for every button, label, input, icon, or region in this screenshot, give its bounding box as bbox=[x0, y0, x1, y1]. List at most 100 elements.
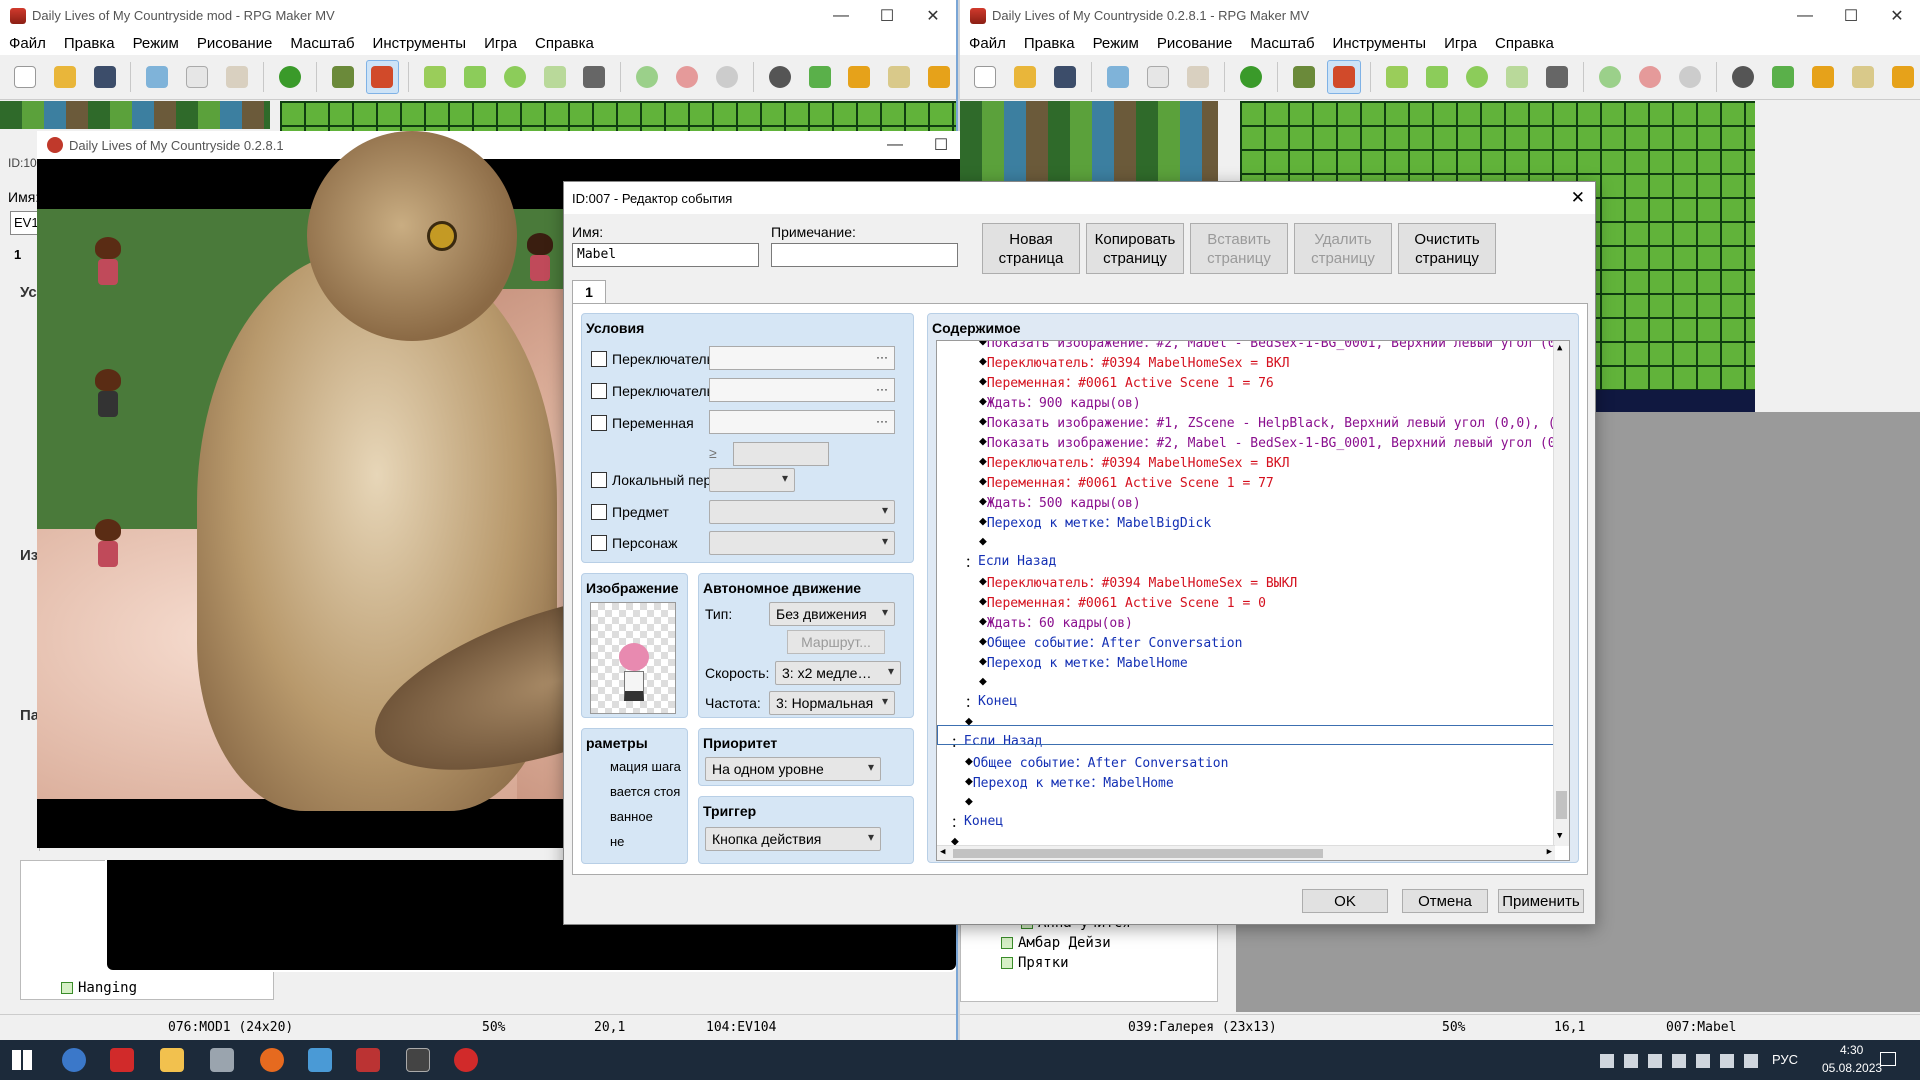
scrollbar-thumb[interactable] bbox=[1556, 791, 1567, 819]
menu-item[interactable]: Правка bbox=[1015, 35, 1084, 52]
variable-picker[interactable]: ··· bbox=[709, 410, 895, 434]
command-row[interactable]: ◆ Переход к метке：MabelBigDick bbox=[979, 511, 1211, 531]
vertical-scrollbar[interactable]: ▲ ▼ bbox=[1553, 341, 1569, 846]
zoom-out-icon[interactable] bbox=[1633, 60, 1667, 94]
fill-icon[interactable] bbox=[538, 60, 572, 94]
app-icon[interactable] bbox=[110, 1048, 134, 1072]
clock-date[interactable]: 05.08.2023 bbox=[1822, 1061, 1882, 1075]
route-button[interactable]: Маршрут... bbox=[787, 630, 885, 654]
ellipse-icon[interactable] bbox=[498, 60, 532, 94]
save-project-icon[interactable] bbox=[88, 60, 122, 94]
command-row[interactable]: ◆ Переменная：#0061 Active Scene 1 = 0 bbox=[979, 591, 1266, 611]
option-through[interactable]: не bbox=[610, 834, 624, 849]
menu-item[interactable]: Режим bbox=[1084, 35, 1148, 52]
pencil-icon[interactable] bbox=[418, 60, 452, 94]
item-select[interactable] bbox=[709, 500, 895, 524]
open-project-icon[interactable] bbox=[1008, 60, 1042, 94]
cancel-button[interactable]: Отмена bbox=[1402, 889, 1488, 913]
menu-item[interactable]: Рисование bbox=[188, 35, 282, 52]
scroll-down-icon[interactable]: ▼ bbox=[1557, 831, 1562, 841]
horizontal-scrollbar[interactable]: ◀ ▶ bbox=[937, 845, 1555, 860]
menu-item[interactable]: Рисование bbox=[1148, 35, 1242, 52]
character-image-preview[interactable] bbox=[590, 602, 676, 714]
app-icon[interactable] bbox=[210, 1048, 234, 1072]
resource-manager-icon[interactable] bbox=[1886, 60, 1920, 94]
undo-icon[interactable] bbox=[1234, 60, 1268, 94]
menu-item[interactable]: Масштаб bbox=[1241, 35, 1323, 52]
delete-page-button[interactable]: Удалить страницу bbox=[1294, 223, 1392, 274]
event-search-icon[interactable] bbox=[1846, 60, 1880, 94]
command-row[interactable]: ◆ bbox=[979, 671, 987, 691]
copy-page-button[interactable]: Копировать страницу bbox=[1086, 223, 1184, 274]
command-row[interactable]: ◆ Ждать：500 кадры(ов) bbox=[979, 491, 1141, 511]
tray-icons[interactable] bbox=[1600, 1054, 1760, 1068]
plugin-manager-icon[interactable] bbox=[803, 60, 837, 94]
trigger-select[interactable]: Кнопка действия bbox=[705, 827, 881, 851]
undo-icon[interactable] bbox=[273, 60, 307, 94]
zoom-actual-icon[interactable] bbox=[1673, 60, 1707, 94]
command-row[interactable]: ◆ Ждать：60 кадры(ов) bbox=[979, 611, 1133, 631]
command-row[interactable]: ： Если Назад bbox=[951, 731, 1042, 751]
command-row[interactable]: ◆ Переход к метке：MabelHome bbox=[965, 771, 1174, 791]
command-row[interactable]: ◆ bbox=[965, 791, 973, 811]
command-row[interactable]: ◆ bbox=[965, 711, 973, 731]
scroll-right-icon[interactable]: ▶ bbox=[1547, 847, 1552, 857]
menu-item[interactable]: Режим bbox=[124, 35, 188, 52]
left-name-value[interactable]: EV10 bbox=[10, 211, 46, 235]
command-row[interactable]: ◆ Переключатель：#0394 MabelHomeSex = ВКЛ bbox=[979, 451, 1289, 471]
command-row[interactable]: ： Конец bbox=[951, 811, 1003, 831]
save-project-icon[interactable] bbox=[1048, 60, 1082, 94]
open-project-icon[interactable] bbox=[48, 60, 82, 94]
zoom-actual-icon[interactable] bbox=[710, 60, 744, 94]
minimize-icon[interactable]: — bbox=[872, 131, 918, 161]
pencil-icon[interactable] bbox=[1380, 60, 1414, 94]
menu-item[interactable]: Файл bbox=[960, 35, 1015, 52]
command-row[interactable]: ◆ Показать изображение：#1, ZScene - HelpB… bbox=[979, 411, 1569, 431]
tab-page-1[interactable]: 1 bbox=[572, 280, 606, 304]
menu-item[interactable]: Игра bbox=[475, 35, 526, 52]
variable-checkbox[interactable] bbox=[591, 415, 607, 431]
right-tileset-panel[interactable] bbox=[960, 101, 1218, 181]
variable-value-stepper[interactable] bbox=[733, 442, 829, 466]
maximize-icon[interactable]: ☐ bbox=[1828, 0, 1874, 31]
command-row[interactable]: ◆ Переменная：#0061 Active Scene 1 = 76 bbox=[979, 371, 1274, 391]
menu-item[interactable]: Правка bbox=[55, 35, 124, 52]
switch2-picker[interactable]: ··· bbox=[709, 378, 895, 402]
ok-button[interactable]: OK bbox=[1302, 889, 1388, 913]
clear-page-button[interactable]: Очистить страницу bbox=[1398, 223, 1496, 274]
zoom-in-icon[interactable] bbox=[1593, 60, 1627, 94]
cut-icon[interactable] bbox=[1101, 60, 1135, 94]
shadow-pen-icon[interactable] bbox=[578, 60, 612, 94]
maximize-icon[interactable]: ☐ bbox=[864, 0, 910, 31]
rpgmaker-taskbar-icon[interactable] bbox=[356, 1048, 380, 1072]
command-row[interactable]: ◆ Переменная：#0061 Active Scene 1 = 77 bbox=[979, 471, 1274, 491]
plugin-manager-icon[interactable] bbox=[1766, 60, 1800, 94]
frequency-select[interactable]: 3: Нормальная bbox=[769, 691, 895, 715]
menu-item[interactable]: Файл bbox=[0, 35, 55, 52]
event-mode-icon[interactable] bbox=[365, 60, 400, 94]
switch1-checkbox[interactable] bbox=[591, 351, 607, 367]
self-switch-checkbox[interactable] bbox=[591, 472, 607, 488]
firefox-icon[interactable] bbox=[260, 1048, 284, 1072]
copy-icon[interactable] bbox=[1141, 60, 1175, 94]
language-indicator[interactable]: РУС bbox=[1772, 1052, 1798, 1067]
command-row[interactable]: ◆ Переключатель：#0394 MabelHomeSex = ВЫКЛ bbox=[979, 571, 1297, 591]
command-row[interactable]: ： Конец bbox=[965, 691, 1017, 711]
event-name-field[interactable]: Mabel bbox=[572, 243, 759, 267]
left-tileset-strip[interactable] bbox=[0, 101, 270, 129]
command-row[interactable]: ◆ Ждать：900 кадры(ов) bbox=[979, 391, 1141, 411]
option-direction-fix[interactable]: ванное bbox=[610, 809, 653, 824]
database-icon[interactable] bbox=[1726, 60, 1760, 94]
fill-icon[interactable] bbox=[1500, 60, 1534, 94]
rectangle-icon[interactable] bbox=[1420, 60, 1454, 94]
new-project-icon[interactable] bbox=[8, 60, 42, 94]
tree-item[interactable]: Прятки bbox=[1001, 953, 1069, 973]
command-row[interactable]: ◆ Переключатель：#0394 MabelHomeSex = ВКЛ bbox=[979, 351, 1289, 371]
menu-item[interactable]: Масштаб bbox=[281, 35, 363, 52]
menu-item[interactable]: Инструменты bbox=[364, 35, 476, 52]
paste-page-button[interactable]: Вставить страницу bbox=[1190, 223, 1288, 274]
speed-select[interactable]: 3: x2 медле… bbox=[775, 661, 901, 685]
close-icon[interactable]: ✕ bbox=[910, 0, 956, 31]
command-row[interactable]: ◆ bbox=[979, 531, 987, 551]
app-icon[interactable] bbox=[308, 1048, 332, 1072]
